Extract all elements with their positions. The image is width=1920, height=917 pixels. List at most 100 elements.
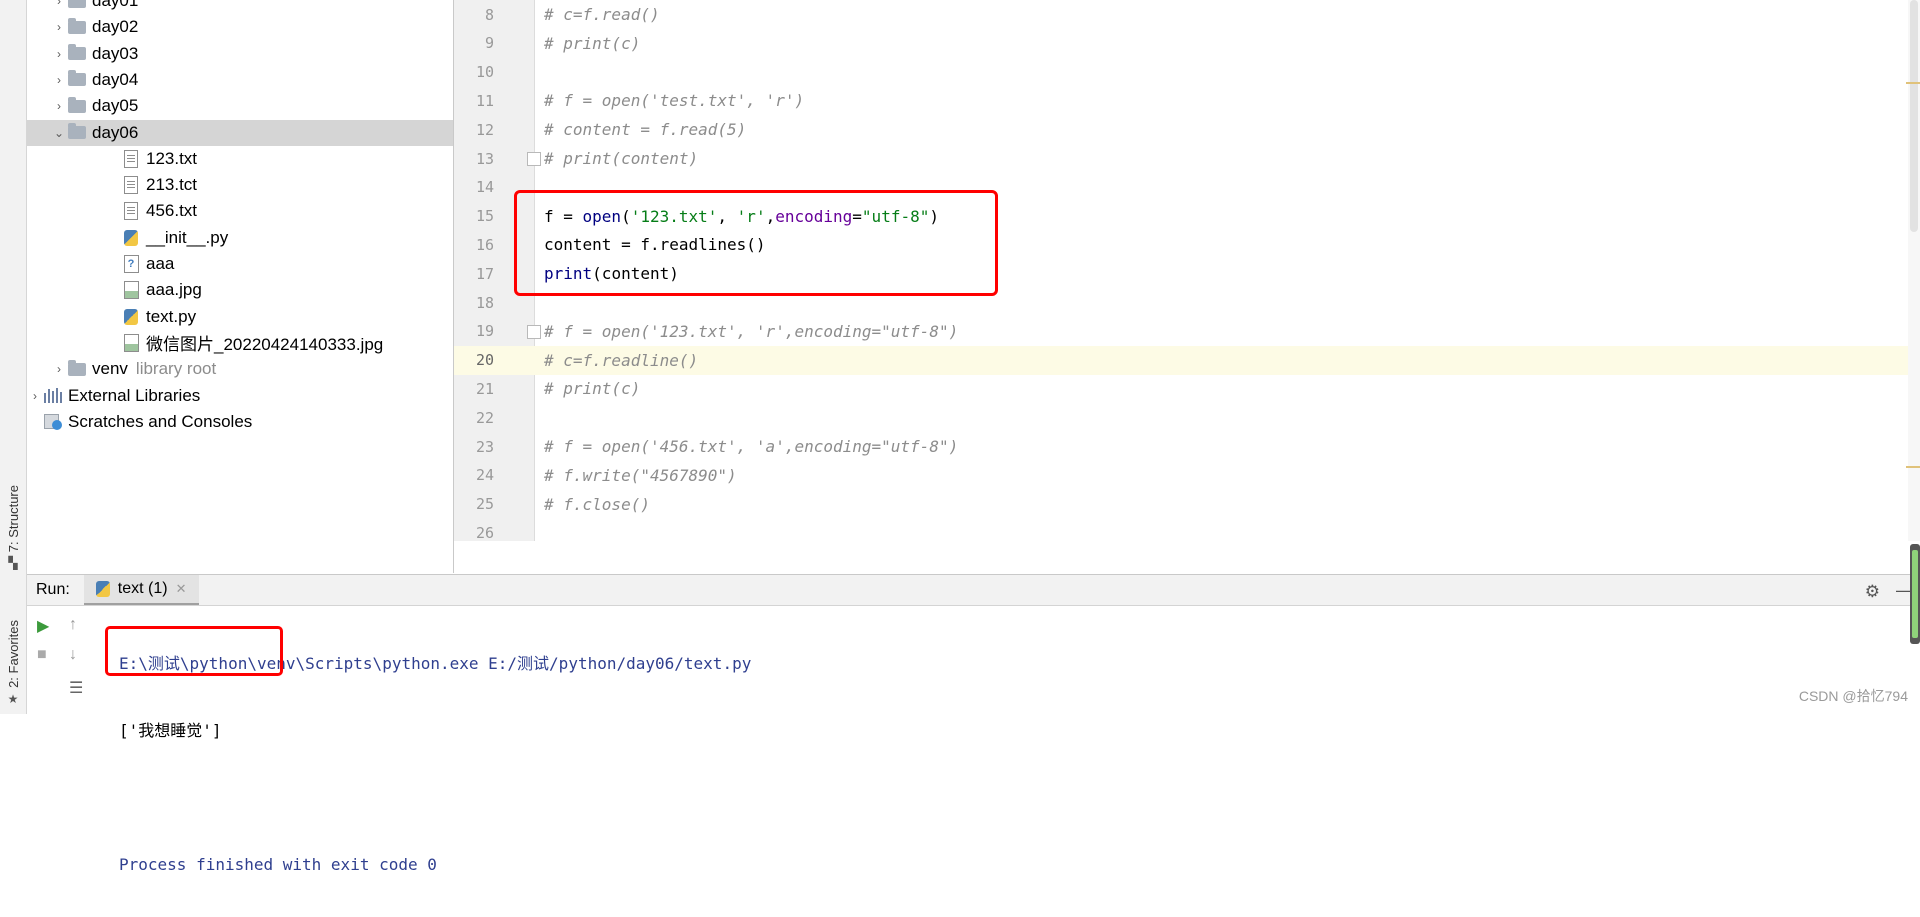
chevron-right-icon[interactable]: › [51,73,67,87]
memory-indicator[interactable] [1910,544,1920,644]
tree-item-label: aaa [146,254,175,273]
warning-marker[interactable] [1906,82,1920,84]
line-number: 12 [475,120,494,139]
arrow-up-icon[interactable]: ↑ [69,616,77,634]
tree-item[interactable]: 456.txt [27,198,453,224]
code-line[interactable]: 22 [454,403,1920,432]
project-tree: › day01 › day02 › day03 › day04 › day05 ⌄ day06 123.… [27,0,454,573]
code-line[interactable]: 24 # f.write("4567890") [454,461,1920,490]
tree-item[interactable]: ? aaa [27,251,453,277]
tree-item[interactable]: ⌄ day06 [27,119,453,146]
line-number: 24 [475,466,494,485]
tree-item[interactable]: › day04 [27,67,453,93]
tree-item[interactable]: Scratches and Consoles [27,409,453,435]
chevron-right-icon[interactable]: › [51,362,67,376]
folder-icon [67,17,87,36]
line-number: 10 [475,63,494,82]
favorites-tab[interactable]: 2: Favorites ★ [2,620,24,706]
tool-window-strip: 7: Structure ▚ 2: Favorites ★ [0,0,27,714]
image-file-icon [121,333,141,352]
folder-icon [67,70,87,89]
tree-item-label: text.py [146,306,197,326]
code-text: # f = open('456.txt', 'a',encoding="utf-… [544,437,959,456]
code-text: # c=f.readline() [544,350,699,370]
code-line[interactable]: 25 # f.close() [454,490,1920,519]
chevron-down-icon[interactable]: ⌄ [51,126,67,140]
gear-icon[interactable]: ⚙ [1865,582,1880,602]
chevron-right-icon[interactable]: › [27,389,43,403]
stop-icon[interactable]: ■ [37,646,47,664]
code-text: # c=f.read() [544,5,660,24]
fold-marker-icon[interactable] [527,152,541,166]
code-line[interactable]: 11 # f = open('test.txt', 'r') [454,86,1920,115]
run-panel: Run: text (1) ✕ ⚙ — ▶ ↑ ■ ↓ ☰ E:\测试\pyth… [27,574,1920,874]
chevron-right-icon[interactable]: › [51,20,67,34]
soft-wrap-icon[interactable]: ☰ [69,678,83,698]
line-number: 13 [475,149,494,168]
python-file-icon [121,308,141,326]
tree-item-label: External Libraries [68,385,201,405]
warning-marker[interactable] [1906,466,1920,468]
folder-icon [67,44,87,63]
console-line: Process finished with exit code 0 [119,855,437,874]
tree-item[interactable]: 123.txt [27,146,453,172]
line-number: 18 [475,293,494,312]
console-line: ['我想睡觉'] [119,721,222,740]
tree-item[interactable]: __init__.py [27,225,453,251]
tree-item[interactable]: › day05 [27,93,453,119]
tree-item[interactable]: › venv library root [27,356,453,382]
line-number: 11 [475,91,494,110]
tree-item[interactable]: text.py [27,304,453,330]
line-number: 14 [475,178,494,197]
line-number: 25 [475,495,494,514]
code-text: # f = open('test.txt', 'r') [544,91,805,111]
code-line[interactable]: 13 # print(content) [454,144,1920,173]
code-line[interactable]: 19 # f = open('123.txt', 'r',encoding="ut… [454,317,1920,346]
annotation-box-output [105,626,283,676]
rerun-icon[interactable]: ▶ [37,616,49,636]
tree-item[interactable]: › day03 [27,41,453,67]
tree-item[interactable]: aaa.jpg [27,277,453,303]
arrow-down-icon[interactable]: ↓ [69,646,77,664]
fold-marker-icon[interactable] [527,324,541,339]
structure-icon: ▚ [8,556,18,571]
code-line[interactable]: 10 [454,58,1920,87]
tree-item-label: day04 [92,69,139,89]
tree-item[interactable]: 微信图片_20220424140333.jpg [27,330,453,356]
code-line[interactable]: 9 # print(c) [454,29,1920,58]
library-icon [43,387,63,405]
tree-item-label: __init__.py [146,227,229,247]
scrollbar-thumb[interactable] [1910,0,1918,232]
tree-item-label: Scratches and Consoles [68,411,253,431]
tree-item-label: 123.txt [146,148,198,168]
code-line[interactable]: 21 # print(c) [454,374,1920,403]
run-tab[interactable]: text (1) ✕ [83,575,199,605]
line-number: 20 [475,351,494,370]
watermark: CSDN @拾忆794 [1798,688,1908,704]
tree-item-label: day03 [92,43,139,63]
code-text: # content = f.read(5) [544,120,747,140]
line-number: 16 [475,235,494,254]
tree-item[interactable]: › External Libraries [27,383,453,409]
code-line[interactable]: 8 # c=f.read() [454,0,1920,29]
line-number: 26 [475,523,494,541]
chevron-right-icon[interactable]: › [51,99,67,113]
code-text: # f = open('123.txt', 'r',encoding="utf-… [544,321,959,341]
unknown-file-icon: ? [121,255,141,273]
tree-item[interactable]: › day01 [27,0,453,14]
close-icon[interactable]: ✕ [176,581,187,597]
tree-item[interactable]: › day02 [27,14,453,40]
code-line[interactable]: 12 # content = f.read(5) [454,115,1920,144]
chevron-right-icon[interactable]: › [51,0,67,8]
run-label: Run: [36,581,70,598]
code-line[interactable]: 20 # c=f.readline() [454,345,1920,375]
tree-item[interactable]: 213.tct [27,172,453,198]
structure-tab[interactable]: 7: Structure ▚ [2,485,24,570]
code-line[interactable]: 26 [454,518,1920,541]
line-number: 9 [484,34,494,53]
tree-item-label: 456.txt [146,201,198,221]
line-number: 8 [484,5,494,24]
chevron-right-icon[interactable]: › [51,47,67,61]
code-line[interactable]: 23 # f = open('456.txt', 'a',encoding="ut… [454,432,1920,461]
